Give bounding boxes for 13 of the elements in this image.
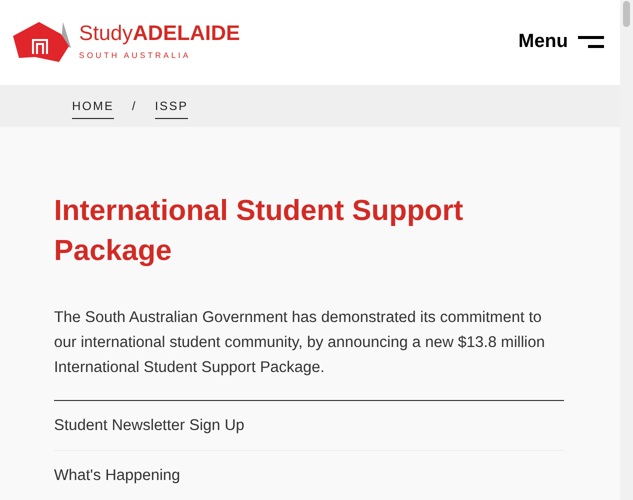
nav-link[interactable]: Student Newsletter Sign Up [54,400,244,450]
logo-icon [13,20,71,64]
breadcrumb-separator: / [132,98,137,115]
menu-icon [578,36,604,48]
breadcrumb-link[interactable]: ISSP [154,96,188,119]
breadcrumb-link[interactable]: HOME [72,96,114,119]
nav-link[interactable]: What's Happening [54,450,180,500]
logo-name: StudyADELAIDE [79,22,240,46]
menu-button[interactable]: Menu [518,28,604,57]
logo-tagline: SOUTH AUSTRALIA [79,50,192,62]
page-title: International Student Support Package [54,194,464,268]
intro-paragraph: The South Australian Government has demonstrated its commitment to our international student community, by announcing a new $13.8 million International Student Support Package. [54,308,546,378]
scrollbar-thumb[interactable] [623,1,630,27]
